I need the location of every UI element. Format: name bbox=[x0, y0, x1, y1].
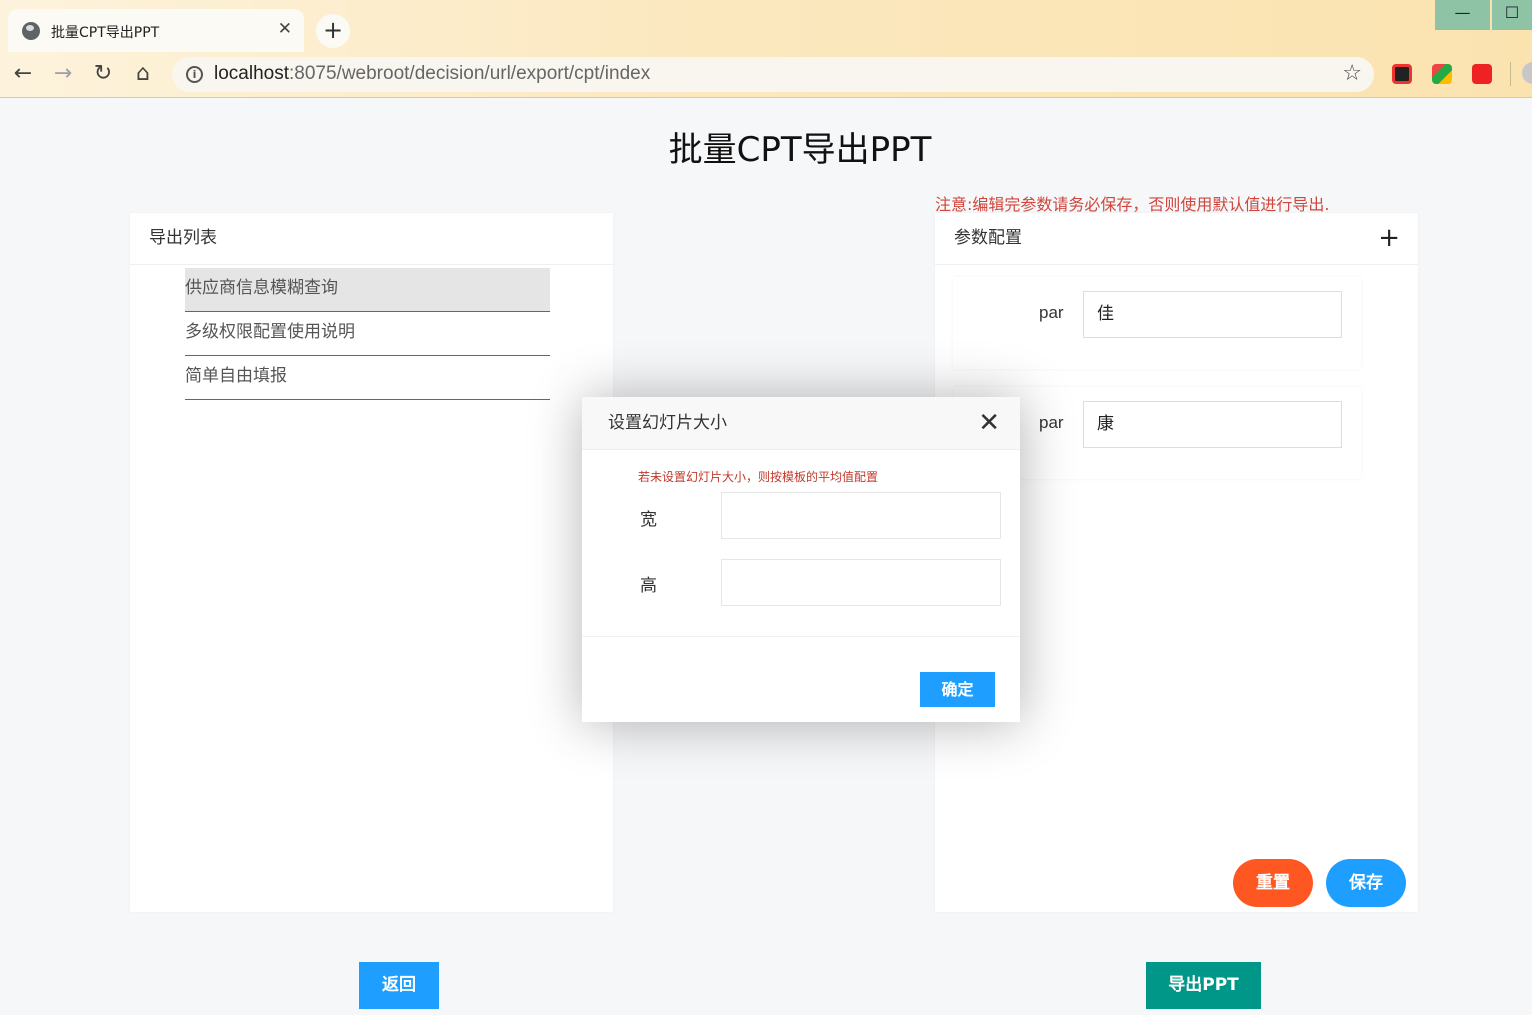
width-label: 宽 bbox=[640, 510, 657, 530]
list-item[interactable]: 供应商信息模糊查询 bbox=[185, 268, 550, 312]
dialog-header: 设置幻灯片大小 ✕ bbox=[582, 397, 1020, 450]
list-item[interactable]: 简单自由填报 bbox=[185, 356, 550, 400]
minimize-button[interactable]: — bbox=[1435, 0, 1490, 30]
globe-icon bbox=[22, 22, 40, 40]
browser-tab[interactable]: 批量CPT导出PPT ✕ bbox=[8, 9, 304, 52]
extension-icon[interactable] bbox=[1432, 64, 1452, 84]
back-arrow-icon[interactable]: ← bbox=[10, 61, 36, 87]
slide-size-dialog: 设置幻灯片大小 ✕ 若未设置幻灯片大小，则按模板的平均值配置 宽 高 确定 bbox=[582, 397, 1020, 722]
param-value-input[interactable]: 佳 bbox=[1083, 291, 1342, 338]
page-title: 批量CPT导出PPT bbox=[668, 130, 932, 170]
forward-arrow-icon[interactable]: → bbox=[50, 61, 76, 87]
export-list-header: 导出列表 bbox=[130, 213, 613, 265]
height-input[interactable] bbox=[721, 559, 1001, 606]
info-icon[interactable]: i bbox=[186, 66, 203, 83]
extension-icon[interactable] bbox=[1392, 64, 1412, 84]
add-icon[interactable]: + bbox=[1378, 213, 1400, 263]
param-config-title: 参数配置 bbox=[954, 228, 1022, 248]
param-row: par 佳 bbox=[953, 277, 1361, 369]
reset-button[interactable]: 重置 bbox=[1233, 859, 1313, 907]
confirm-button[interactable]: 确定 bbox=[920, 672, 995, 707]
save-notice: 注意:编辑完参数请务必保存，否则使用默认值进行导出. bbox=[935, 195, 1330, 214]
export-list-panel: 导出列表 供应商信息模糊查询 多级权限配置使用说明 简单自由填报 bbox=[130, 213, 613, 912]
param-value-input[interactable]: 康 bbox=[1083, 401, 1342, 448]
width-input[interactable] bbox=[721, 492, 1001, 539]
close-icon[interactable]: ✕ bbox=[978, 397, 1000, 449]
maximize-button[interactable]: ☐ bbox=[1492, 0, 1532, 30]
param-label: par bbox=[1039, 303, 1064, 322]
dialog-title: 设置幻灯片大小 bbox=[608, 413, 727, 433]
param-label: par bbox=[1039, 413, 1064, 432]
toolbar-divider bbox=[1510, 62, 1511, 86]
address-bar[interactable]: i localhost:8075/webroot/decision/url/ex… bbox=[172, 57, 1374, 92]
bookmark-star-icon[interactable]: ☆ bbox=[1342, 61, 1362, 86]
dialog-divider bbox=[582, 636, 1020, 637]
extension-icon[interactable] bbox=[1472, 64, 1492, 84]
list-item[interactable]: 多级权限配置使用说明 bbox=[185, 312, 550, 356]
browser-chrome: 批量CPT导出PPT ✕ + — ☐ ← → ↻ ⌂ i localhost:8… bbox=[0, 0, 1532, 98]
profile-avatar[interactable] bbox=[1522, 62, 1532, 84]
save-button[interactable]: 保存 bbox=[1326, 859, 1406, 907]
new-tab-button[interactable]: + bbox=[316, 14, 350, 48]
export-list: 供应商信息模糊查询 多级权限配置使用说明 简单自由填报 bbox=[185, 268, 550, 400]
url-path: :8075/webroot/decision/url/export/cpt/in… bbox=[289, 63, 651, 84]
home-icon[interactable]: ⌂ bbox=[130, 61, 156, 87]
dialog-tip: 若未设置幻灯片大小，则按模板的平均值配置 bbox=[638, 470, 879, 484]
tab-title: 批量CPT导出PPT bbox=[51, 25, 160, 41]
export-ppt-button[interactable]: 导出PPT bbox=[1146, 962, 1261, 1009]
reload-icon[interactable]: ↻ bbox=[90, 61, 116, 87]
param-config-header: 参数配置 + bbox=[935, 213, 1418, 265]
height-label: 高 bbox=[640, 576, 657, 596]
close-icon[interactable]: ✕ bbox=[278, 19, 292, 39]
url-text[interactable]: localhost:8075/webroot/decision/url/expo… bbox=[214, 63, 650, 85]
url-host: localhost bbox=[214, 63, 289, 84]
back-button[interactable]: 返回 bbox=[359, 962, 439, 1009]
